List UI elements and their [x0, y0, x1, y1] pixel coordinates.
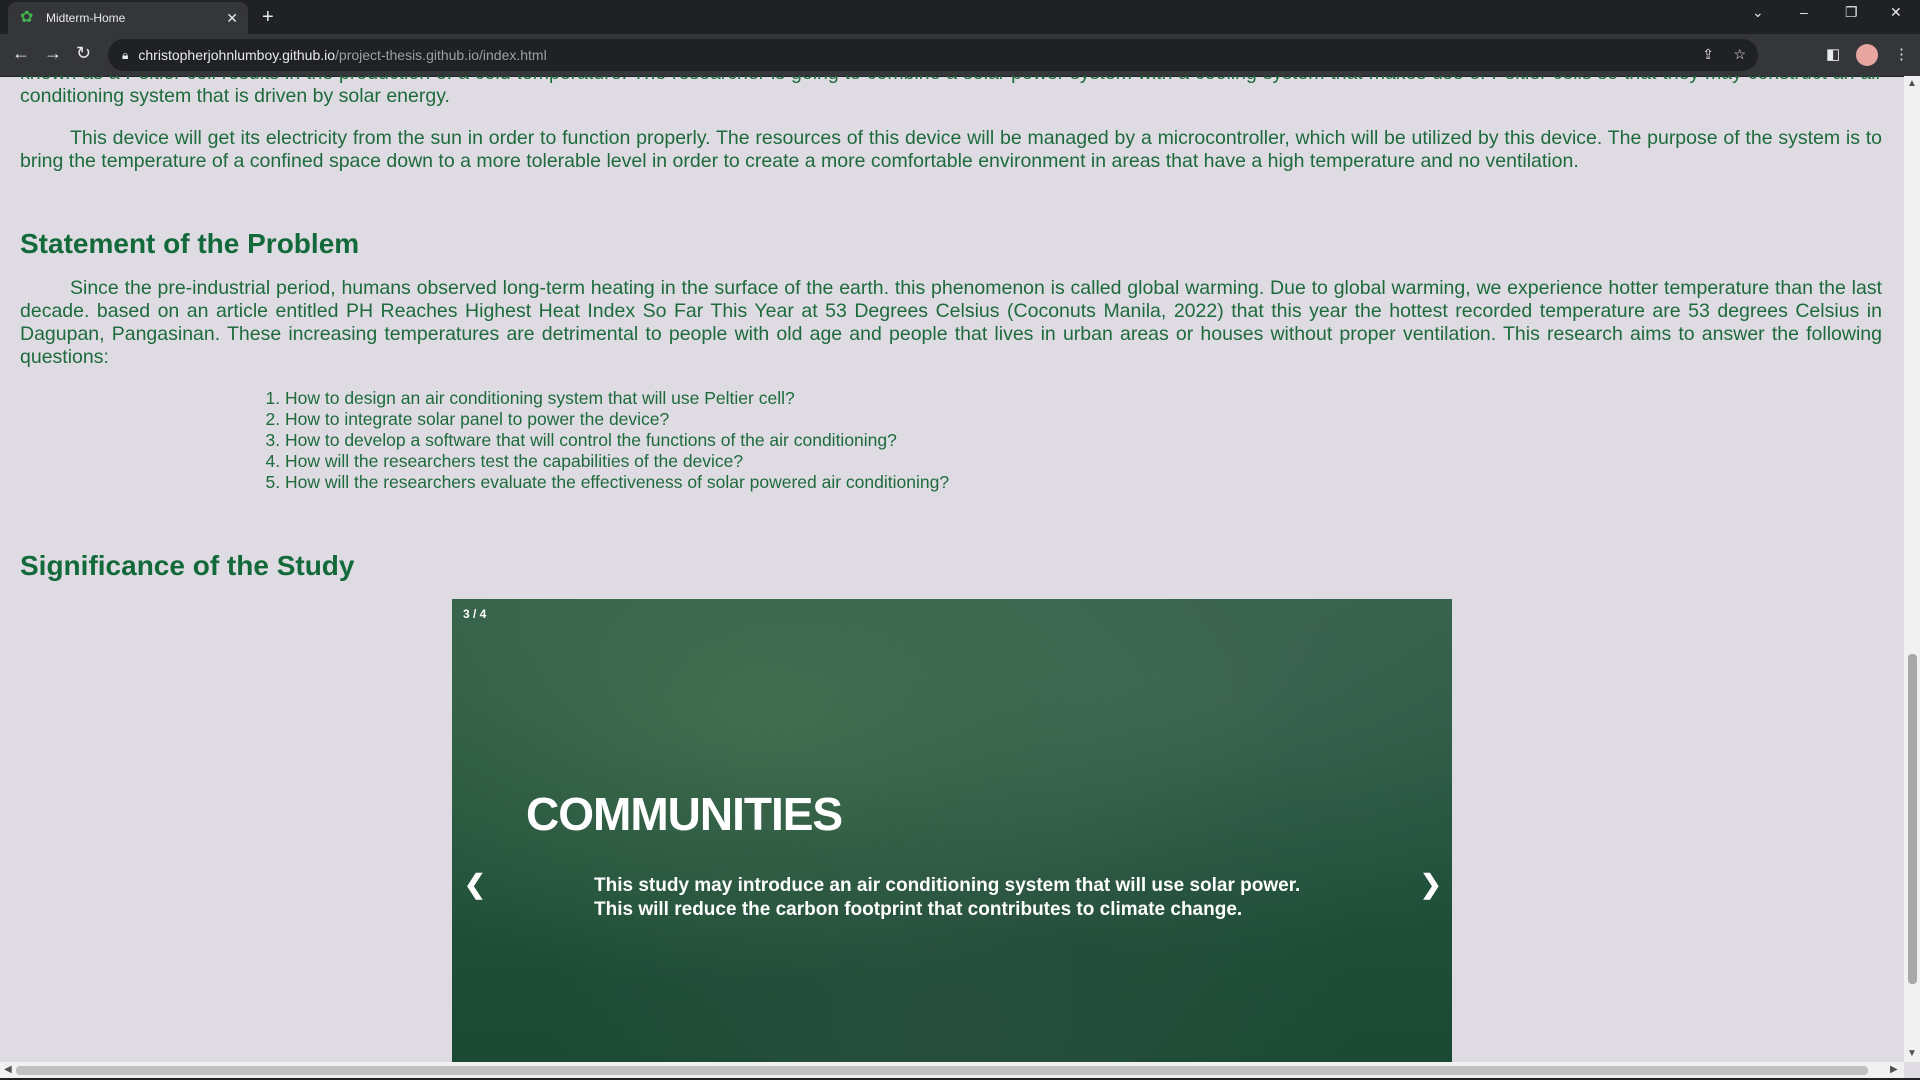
lock-icon[interactable]: 🔒︎	[122, 48, 128, 63]
tab-strip: ✿ Midterm-Home ✕ + ⌄ – ❐ ✕	[0, 0, 1920, 34]
caption-line-2: This will reduce the carbon footprint th…	[594, 899, 1243, 920]
address-bar[interactable]: 🔒︎ christopherjohnlumboy.github.io/proje…	[108, 39, 1758, 71]
tab-title: Midterm-Home	[46, 11, 126, 25]
url-text: christopherjohnlumboy.github.io/project-…	[138, 47, 546, 63]
profile-avatar[interactable]	[1856, 44, 1878, 66]
scroll-left-icon[interactable]: ◀	[4, 1064, 12, 1075]
list-item: How will the researchers test the capabi…	[285, 451, 949, 472]
vertical-scrollbar[interactable]: ▲ ▼	[1904, 76, 1920, 1062]
back-arrow-icon[interactable]: ←	[12, 43, 30, 64]
prev-slide-button[interactable]: ❮	[464, 869, 486, 900]
close-tab-icon[interactable]: ✕	[226, 10, 238, 27]
browser-toolbar: ← → ↻ 🔒︎ christopherjohnlumboy.github.io…	[0, 34, 1920, 77]
caption-line-1: This study may introduce an air conditio…	[594, 875, 1301, 896]
vertical-scroll-thumb[interactable]	[1908, 654, 1917, 984]
reload-icon[interactable]: ↻	[76, 43, 91, 64]
url-path: /project-thesis.github.io/index.html	[335, 47, 547, 63]
restore-icon[interactable]: ❐	[1845, 4, 1858, 21]
menu-kebab-icon[interactable]: ⋮	[1894, 45, 1909, 63]
share-icon[interactable]: ⇪	[1702, 46, 1714, 63]
minimize-icon[interactable]: –	[1800, 4, 1808, 20]
slide-caption: This study may introduce an air conditio…	[594, 874, 1334, 922]
scroll-down-icon[interactable]: ▼	[1907, 1048, 1917, 1059]
slide-counter: 3 / 4	[463, 607, 487, 621]
bookmark-star-icon[interactable]: ☆	[1733, 46, 1746, 63]
slide-heading: COMMUNITIES	[526, 788, 843, 840]
clover-icon: ✿	[20, 9, 34, 26]
intro-paragraph-2: This device will get its electricity fro…	[20, 127, 1882, 173]
slideshow: 3 / 4 COMMUNITIES This study may introdu…	[452, 599, 1452, 1062]
intro-paragraph-2-text: This device will get its electricity fro…	[20, 127, 1882, 172]
horizontal-scroll-thumb[interactable]	[16, 1066, 1868, 1075]
scroll-right-icon[interactable]: ▶	[1890, 1064, 1898, 1075]
side-panel-icon[interactable]: ◧	[1826, 45, 1840, 63]
intro-paragraph-1: known as a Peltier cell results in the p…	[20, 76, 1882, 108]
list-item: How will the researchers evaluate the ef…	[285, 472, 949, 493]
problem-paragraph-text: Since the pre-industrial period, humans …	[20, 277, 1882, 368]
list-item: How to develop a software that will cont…	[285, 430, 949, 451]
intro-paragraph-1-text: known as a Peltier cell results in the p…	[20, 76, 1882, 107]
list-item: How to design an air conditioning system…	[285, 388, 949, 409]
horizontal-scrollbar[interactable]: ◀ ▶	[0, 1062, 1904, 1078]
list-item: How to integrate solar panel to power th…	[285, 409, 949, 430]
significance-heading: Significance of the Study	[20, 550, 355, 581]
new-tab-icon[interactable]: +	[262, 6, 274, 29]
questions-list: How to design an air conditioning system…	[265, 388, 949, 493]
tab-midterm-home[interactable]: ✿ Midterm-Home ✕	[8, 2, 248, 34]
url-host: christopherjohnlumboy.github.io	[138, 47, 336, 63]
forward-arrow-icon[interactable]: →	[44, 43, 62, 64]
problem-heading: Statement of the Problem	[20, 228, 360, 259]
scroll-up-icon[interactable]: ▲	[1907, 78, 1917, 89]
close-window-icon[interactable]: ✕	[1890, 4, 1902, 21]
page-content: known as a Peltier cell results in the p…	[0, 76, 1904, 1062]
next-slide-button[interactable]: ❯	[1420, 869, 1442, 900]
problem-paragraph: Since the pre-industrial period, humans …	[20, 277, 1882, 369]
tab-search-icon[interactable]: ⌄	[1752, 4, 1764, 21]
